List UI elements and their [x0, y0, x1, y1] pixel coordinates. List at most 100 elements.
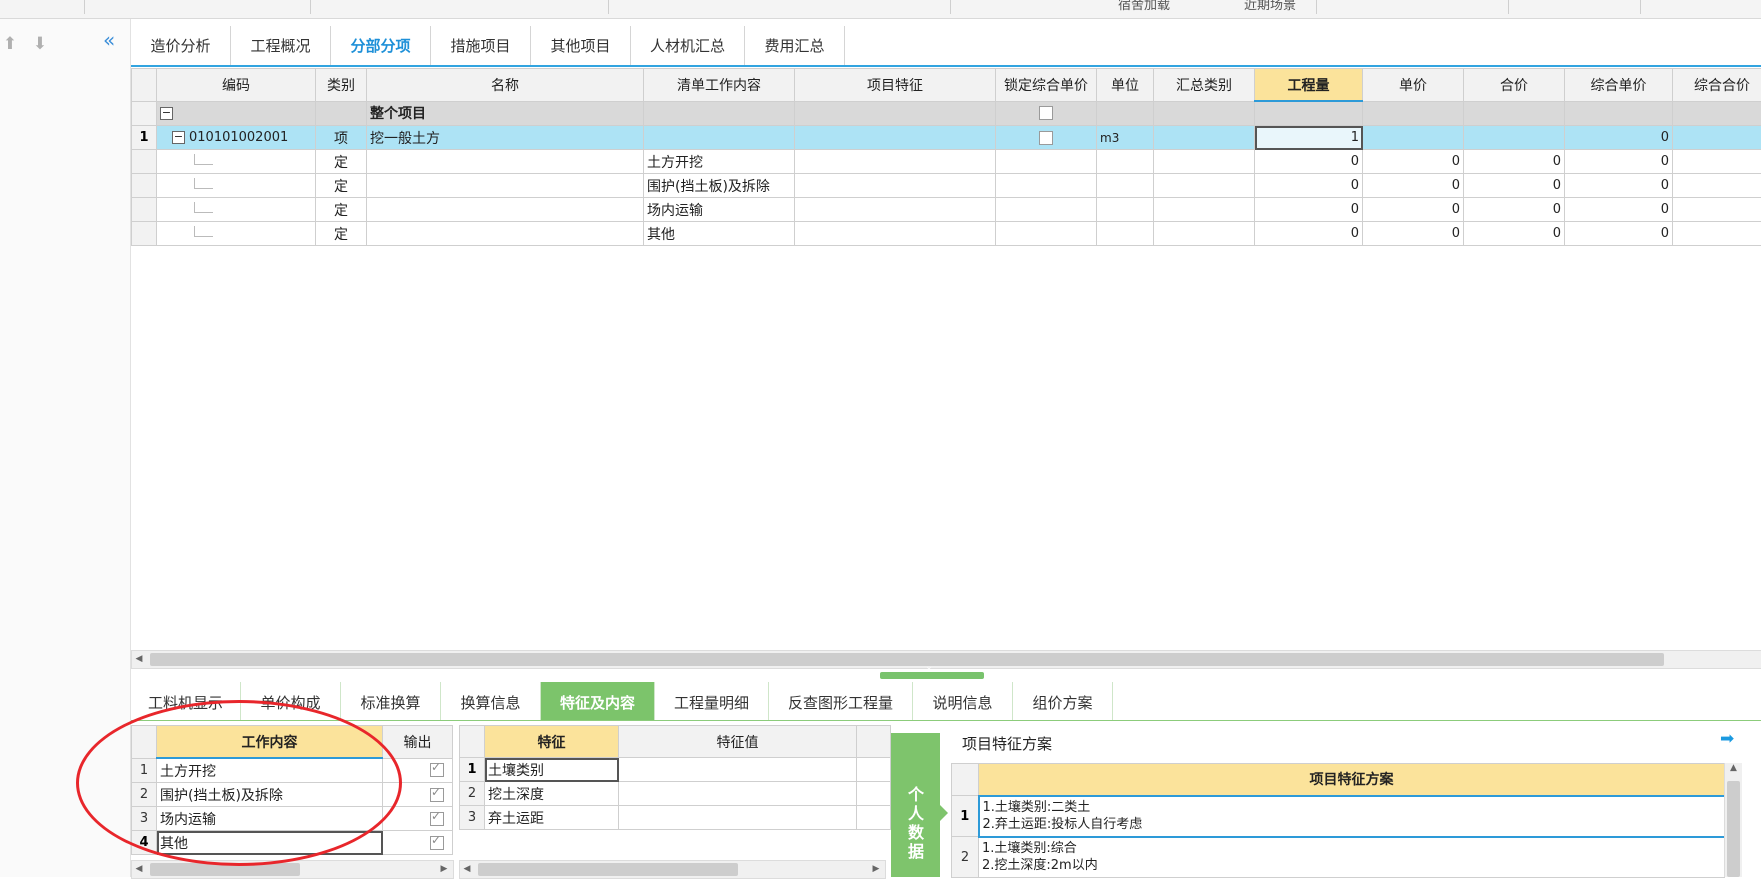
output-cell[interactable]: [383, 807, 453, 831]
output-checkbox[interactable]: [430, 812, 444, 826]
tab-description[interactable]: 说明信息: [913, 682, 1013, 720]
table-row[interactable]: 2 围护(挡土板)及拆除: [132, 783, 453, 807]
scheme-cell[interactable]: 1.土壤类别:二类土 2.弃土运距:投标人自行考虑: [979, 796, 1725, 837]
summary-category-cell[interactable]: [1154, 222, 1255, 246]
column-header-work-content[interactable]: 清单工作内容: [644, 69, 795, 102]
lock-price-cell[interactable]: [996, 150, 1097, 174]
scheme-cell[interactable]: 1.土壤类别:综合 2.挖土深度:2m以内: [979, 837, 1725, 878]
comp-total-cell[interactable]: [1673, 174, 1761, 198]
comp-unit-price-cell[interactable]: [1565, 101, 1673, 126]
total-price-cell[interactable]: [1464, 101, 1565, 126]
quantity-cell[interactable]: 0: [1255, 174, 1363, 198]
features-cell[interactable]: [795, 126, 996, 150]
column-header-name[interactable]: 名称: [367, 69, 644, 102]
comp-total-cell[interactable]: [1673, 222, 1761, 246]
unit-cell[interactable]: [1097, 101, 1154, 126]
summary-category-cell[interactable]: [1154, 174, 1255, 198]
code-cell[interactable]: [157, 222, 316, 246]
comp-total-cell[interactable]: [1673, 126, 1761, 150]
work-content-cell[interactable]: 土方开挖: [644, 150, 795, 174]
collapse-panel-icon[interactable]: «: [103, 30, 115, 50]
tab-standard-conversion[interactable]: 标准换算: [341, 682, 441, 720]
work-content-cell[interactable]: 围护(挡土板)及拆除: [644, 174, 795, 198]
comp-total-cell[interactable]: [1673, 150, 1761, 174]
comp-unit-price-cell[interactable]: 0: [1565, 126, 1673, 150]
table-row[interactable]: 1 土方开挖: [132, 758, 453, 783]
work-content-cell[interactable]: 场内运输: [157, 807, 383, 831]
move-down-icon[interactable]: ⬇: [31, 34, 49, 54]
tab-labor-material-summary[interactable]: 人材机汇总: [631, 26, 745, 65]
work-content-cell[interactable]: [644, 101, 795, 126]
lock-price-cell[interactable]: [996, 126, 1097, 150]
quantity-cell[interactable]: 1: [1255, 126, 1363, 150]
tab-features-and-content[interactable]: 特征及内容: [541, 682, 655, 720]
unit-price-cell[interactable]: 0: [1363, 150, 1464, 174]
collapse-toggle-icon[interactable]: −: [172, 131, 185, 144]
feature-value-cell[interactable]: [619, 758, 857, 782]
work-content-cell[interactable]: 其他: [644, 222, 795, 246]
column-header-work-content[interactable]: 工作内容: [157, 726, 383, 759]
work-content-scrollbar[interactable]: ◀ ▶: [131, 860, 454, 879]
total-price-cell[interactable]: 0: [1464, 198, 1565, 222]
unit-price-cell[interactable]: [1363, 126, 1464, 150]
column-header-lock-price[interactable]: 锁定综合单价: [996, 69, 1097, 102]
work-content-cell[interactable]: 场内运输: [644, 198, 795, 222]
output-checkbox[interactable]: [430, 763, 444, 777]
arrow-right-icon[interactable]: ➡: [1720, 730, 1738, 748]
tab-other-items[interactable]: 其他项目: [531, 26, 631, 65]
code-cell[interactable]: [157, 198, 316, 222]
feature-cell[interactable]: 土壤类别: [485, 758, 619, 782]
code-cell[interactable]: [157, 150, 316, 174]
table-row-selected[interactable]: 4 其他: [132, 831, 453, 855]
total-price-cell[interactable]: 0: [1464, 174, 1565, 198]
work-content-cell[interactable]: 其他: [157, 831, 383, 855]
feature-cell[interactable]: 弃土运距: [485, 806, 619, 830]
quantity-cell[interactable]: 0: [1255, 198, 1363, 222]
main-horizontal-scrollbar[interactable]: ◀: [131, 650, 1761, 669]
output-cell[interactable]: [383, 783, 453, 807]
comp-unit-price-cell[interactable]: 0: [1565, 150, 1673, 174]
work-content-cell[interactable]: 土方开挖: [157, 758, 383, 783]
column-header-unit-price[interactable]: 单价: [1363, 69, 1464, 102]
table-row[interactable]: 3 场内运输: [132, 807, 453, 831]
category-cell[interactable]: 项: [316, 126, 367, 150]
comp-unit-price-cell[interactable]: 0: [1565, 198, 1673, 222]
tab-project-overview[interactable]: 工程概况: [231, 26, 331, 65]
table-row[interactable]: 定 土方开挖 0 0 0 0: [132, 150, 1761, 174]
quantity-cell[interactable]: 0: [1255, 222, 1363, 246]
table-row[interactable]: 定 场内运输 0 0 0 0: [132, 198, 1761, 222]
scroll-left-icon[interactable]: ◀: [132, 651, 146, 668]
feature-scrollbar[interactable]: ◀ ▶: [459, 860, 886, 879]
summary-category-cell[interactable]: [1154, 126, 1255, 150]
feature-value-cell[interactable]: [619, 782, 857, 806]
toolbar-button-recent[interactable]: 近期场景: [1244, 0, 1296, 13]
column-header-comprehensive-unit-price[interactable]: 综合单价: [1565, 69, 1673, 102]
total-price-cell[interactable]: 0: [1464, 222, 1565, 246]
work-content-cell[interactable]: [644, 126, 795, 150]
scrollbar-thumb[interactable]: [150, 653, 1664, 666]
panel-splitter-handle[interactable]: [880, 672, 984, 679]
table-row[interactable]: 2 挖土深度: [460, 782, 891, 806]
features-cell[interactable]: [795, 174, 996, 198]
column-header-summary-category[interactable]: 汇总类别: [1154, 69, 1255, 102]
column-header-comprehensive-total[interactable]: 综合合价: [1673, 69, 1761, 102]
features-cell[interactable]: [795, 222, 996, 246]
comp-total-cell[interactable]: [1673, 101, 1761, 126]
tab-labor-material-display[interactable]: 工料机显示: [131, 682, 241, 720]
category-cell[interactable]: 定: [316, 150, 367, 174]
unit-cell[interactable]: [1097, 198, 1154, 222]
code-cell[interactable]: −010101002001: [157, 126, 316, 150]
toolbar-button-load[interactable]: 宿舍加载: [1118, 0, 1170, 13]
features-cell[interactable]: [795, 150, 996, 174]
column-header-total-price[interactable]: 合价: [1464, 69, 1565, 102]
output-checkbox[interactable]: [430, 836, 444, 850]
summary-category-cell[interactable]: [1154, 150, 1255, 174]
output-cell[interactable]: [383, 831, 453, 855]
lock-price-checkbox[interactable]: [1039, 131, 1053, 145]
move-up-icon[interactable]: ⬆: [1, 34, 19, 54]
category-cell[interactable]: 定: [316, 222, 367, 246]
unit-cell[interactable]: [1097, 150, 1154, 174]
lock-price-checkbox[interactable]: [1039, 106, 1053, 120]
comp-unit-price-cell[interactable]: 0: [1565, 174, 1673, 198]
tab-cost-analysis[interactable]: 造价分析: [131, 26, 231, 65]
